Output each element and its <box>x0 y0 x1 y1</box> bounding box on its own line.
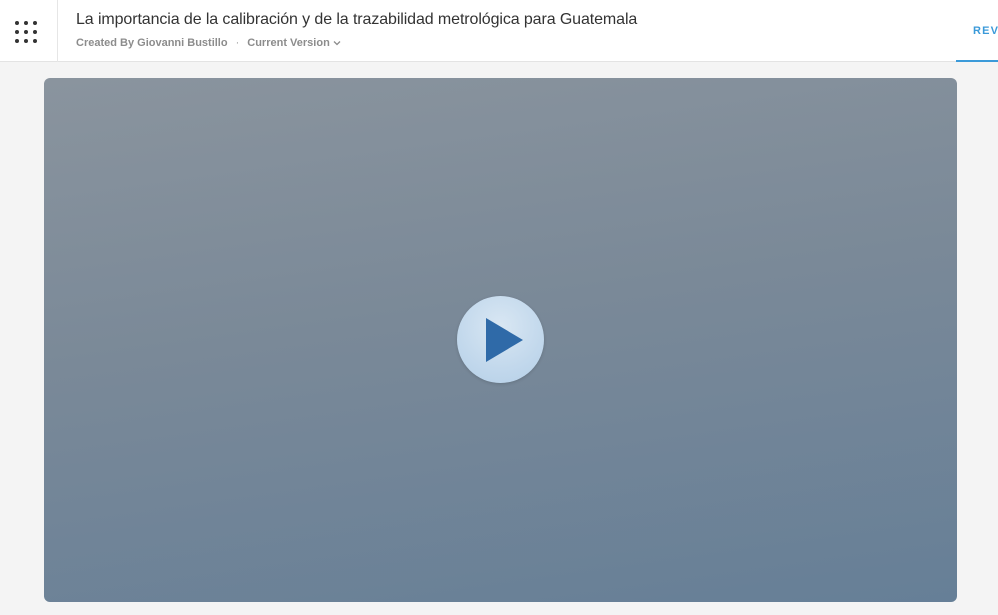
version-label: Current Version <box>247 37 330 49</box>
created-by-label: Created By Giovanni Bustillo <box>76 37 228 49</box>
meta-separator: · <box>235 37 240 49</box>
course-title: La importancia de la calibración y de la… <box>76 11 638 28</box>
tab-review[interactable]: REVIEW <box>956 0 998 62</box>
course-meta: Created By Giovanni Bustillo · Current V… <box>76 37 341 49</box>
tab-review-label: REVIEW <box>973 25 998 37</box>
grid-dots-icon <box>15 21 37 43</box>
chevron-down-icon <box>333 41 341 46</box>
play-button[interactable] <box>457 296 544 383</box>
top-bar: La importancia de la calibración y de la… <box>0 0 998 62</box>
version-dropdown[interactable]: Current Version <box>247 37 341 49</box>
apps-menu-button[interactable] <box>0 0 58 62</box>
play-icon <box>486 318 523 362</box>
video-player[interactable] <box>44 78 957 602</box>
